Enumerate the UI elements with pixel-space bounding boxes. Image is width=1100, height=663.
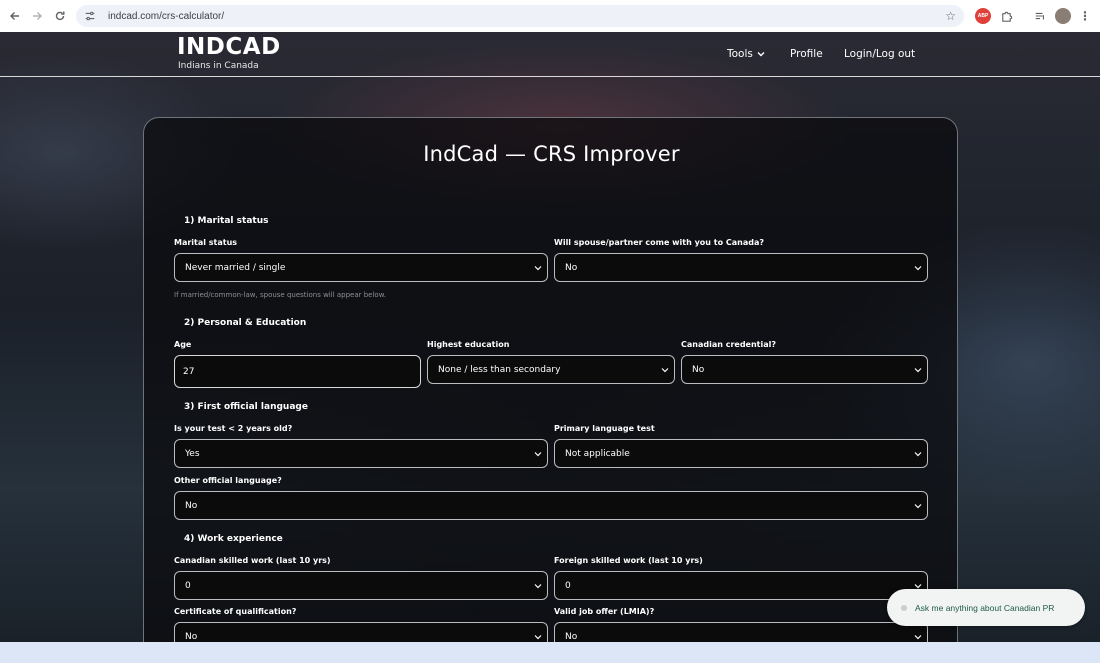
marital-hint: If married/common-law, spouse questions … — [174, 291, 387, 299]
other-language-label: Other official language? — [174, 476, 282, 485]
browser-toolbar: indcad.com/crs-calculator/ ☆ ABP ⋮ — [0, 0, 1100, 32]
spouse-accompany-label: Will spouse/partner come with you to Can… — [554, 238, 765, 247]
chevron-down-icon — [534, 635, 542, 640]
chevron-down-icon — [534, 266, 542, 271]
test-recent-select[interactable]: Yes — [174, 439, 548, 468]
chevron-down-icon — [914, 635, 922, 640]
age-label: Age — [174, 340, 192, 349]
section-heading-work: 4) Work experience — [184, 534, 283, 544]
foreign-work-value: 0 — [565, 580, 571, 591]
credential-value: No — [692, 364, 705, 375]
certificate-label: Certificate of qualification? — [174, 607, 297, 616]
education-label: Highest education — [427, 340, 510, 349]
foreign-work-label: Foreign skilled work (last 10 yrs) — [554, 556, 703, 565]
back-arrow-icon[interactable] — [4, 5, 26, 27]
language-test-select[interactable]: Not applicable — [554, 439, 928, 468]
nav-tools-label: Tools — [727, 48, 753, 60]
chevron-down-icon — [661, 368, 669, 373]
test-recent-value: Yes — [185, 448, 200, 459]
job-offer-label: Valid job offer (LMIA)? — [554, 607, 655, 616]
chat-indicator-icon — [901, 604, 907, 611]
other-language-select[interactable]: No — [174, 491, 928, 520]
nav-login[interactable]: Login/Log out — [844, 48, 915, 60]
url-text: indcad.com/crs-calculator/ — [108, 10, 225, 22]
test-recent-label: Is your test < 2 years old? — [174, 424, 293, 433]
chevron-down-icon — [534, 452, 542, 457]
spouse-accompany-value: No — [565, 262, 578, 273]
canadian-work-select[interactable]: 0 — [174, 571, 548, 600]
certificate-value: No — [185, 631, 198, 642]
bookmark-star-icon[interactable]: ☆ — [945, 9, 956, 23]
section-heading-marital: 1) Marital status — [184, 216, 269, 226]
more-menu-icon[interactable]: ⋮ — [1077, 8, 1093, 24]
language-test-value: Not applicable — [565, 448, 630, 459]
site-header: INDCAD Indians in Canada Tools Profile L… — [0, 32, 1100, 77]
marital-status-value: Never married / single — [185, 262, 286, 273]
chevron-down-icon — [914, 452, 922, 457]
marital-status-label: Marital status — [174, 238, 238, 247]
age-value: 27 — [183, 366, 195, 377]
foreign-work-select[interactable]: 0 — [554, 571, 928, 600]
forward-arrow-icon[interactable] — [26, 5, 48, 27]
chat-assistant-button[interactable]: Ask me anything about Canadian PR — [887, 589, 1085, 626]
section-heading-personal: 2) Personal & Education — [184, 318, 307, 328]
page-background: INDCAD Indians in Canada Tools Profile L… — [0, 32, 1100, 642]
marital-status-select[interactable]: Never married / single — [174, 253, 548, 282]
chevron-down-icon — [534, 584, 542, 589]
chevron-down-icon — [757, 52, 765, 57]
chevron-down-icon — [914, 266, 922, 271]
education-select[interactable]: None / less than secondary — [427, 355, 675, 384]
media-controls-icon[interactable] — [1032, 8, 1048, 24]
education-value: None / less than secondary — [438, 364, 561, 375]
certificate-select[interactable]: No — [174, 622, 548, 642]
other-language-value: No — [185, 500, 198, 511]
chevron-down-icon — [914, 368, 922, 373]
reload-icon[interactable] — [49, 5, 71, 27]
chevron-down-icon — [914, 504, 922, 509]
nav-profile[interactable]: Profile — [790, 48, 823, 60]
profile-avatar-icon[interactable] — [1055, 8, 1071, 24]
canadian-work-value: 0 — [185, 580, 191, 591]
spouse-accompany-select[interactable]: No — [554, 253, 928, 282]
chat-prompt-text: Ask me anything about Canadian PR — [915, 602, 1055, 613]
job-offer-value: No — [565, 631, 578, 642]
section-heading-language: 3) First official language — [184, 402, 308, 412]
address-bar[interactable]: indcad.com/crs-calculator/ ☆ — [76, 5, 964, 27]
extensions-puzzle-icon[interactable] — [998, 8, 1014, 24]
age-input[interactable]: 27 — [174, 355, 421, 388]
nav-tools[interactable]: Tools — [727, 48, 765, 60]
site-tagline: Indians in Canada — [178, 61, 259, 71]
bottom-bar — [0, 642, 1100, 663]
credential-label: Canadian credential? — [681, 340, 777, 349]
language-test-label: Primary language test — [554, 424, 655, 433]
credential-select[interactable]: No — [681, 355, 928, 384]
canadian-work-label: Canadian skilled work (last 10 yrs) — [174, 556, 331, 565]
site-logo[interactable]: INDCAD — [177, 34, 281, 60]
page-title: IndCad — CRS Improver — [423, 142, 680, 166]
calculator-card: IndCad — CRS Improver 1) Marital status … — [143, 117, 958, 642]
site-info-icon[interactable] — [84, 9, 98, 23]
job-offer-select[interactable]: No — [554, 622, 928, 642]
adblock-extension-icon[interactable]: ABP — [975, 8, 991, 24]
